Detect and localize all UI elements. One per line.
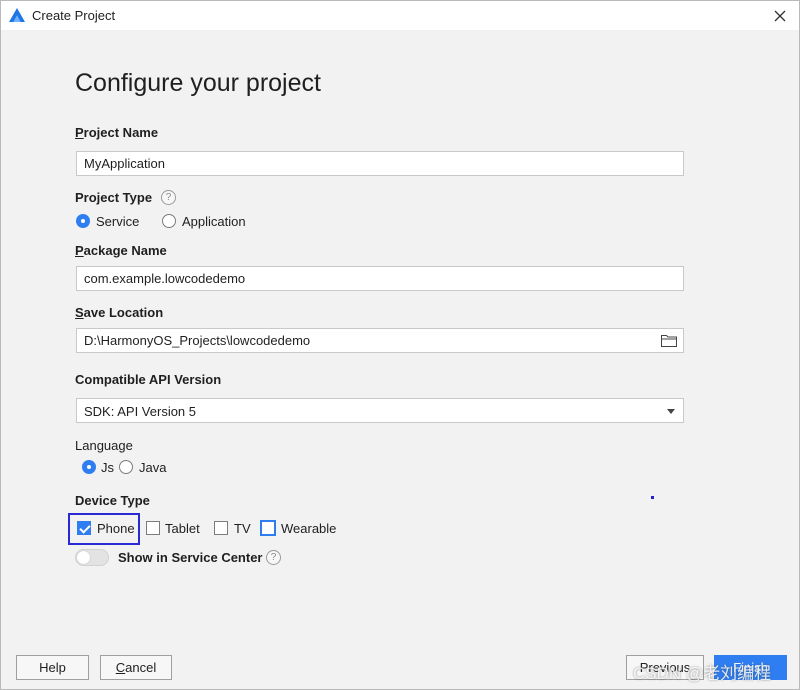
- package-name-label: Package Name: [75, 243, 167, 258]
- page-title: Configure your project: [75, 69, 321, 97]
- project-name-input[interactable]: [76, 151, 684, 176]
- api-version-label: Compatible API Version: [75, 372, 222, 387]
- project-name-label: Project Name: [75, 125, 159, 140]
- service-center-label: Show in Service Center: [118, 550, 263, 565]
- radio-js-label: Js: [101, 460, 114, 475]
- project-type-label: Project Type: [75, 190, 153, 205]
- project-type-help-icon[interactable]: ?: [161, 190, 176, 205]
- radio-js[interactable]: [82, 460, 96, 474]
- radio-java-label: Java: [139, 460, 167, 475]
- help-button[interactable]: Help: [16, 655, 89, 680]
- checkbox-wearable[interactable]: [260, 520, 276, 536]
- radio-service[interactable]: [76, 214, 90, 228]
- radio-application-label: Application: [182, 214, 246, 229]
- language-label: Language: [75, 438, 133, 453]
- focus-dot: [651, 496, 654, 499]
- toggle-knob: [77, 551, 90, 564]
- save-location-label: Save Location: [75, 305, 164, 320]
- package-name-input[interactable]: [76, 266, 684, 291]
- service-center-help-icon[interactable]: ?: [266, 550, 281, 565]
- checkbox-tablet[interactable]: [146, 521, 160, 535]
- radio-application[interactable]: [162, 214, 176, 228]
- checkbox-phone[interactable]: [77, 521, 91, 535]
- close-icon[interactable]: [771, 7, 789, 25]
- folder-icon[interactable]: [661, 334, 677, 347]
- checkbox-tv[interactable]: [214, 521, 228, 535]
- save-location-value: D:\HarmonyOS_Projects\lowcodedemo: [84, 333, 311, 348]
- csdn-watermark: CSDN @老刘编程: [633, 664, 772, 683]
- harmonyos-logo-icon: [9, 8, 25, 22]
- checkbox-phone-label: Phone: [97, 521, 135, 536]
- checkbox-tv-label: TV: [234, 521, 251, 536]
- cancel-button[interactable]: Cancel: [100, 655, 172, 680]
- service-center-toggle[interactable]: [75, 549, 109, 566]
- api-version-select[interactable]: SDK: API Version 5: [76, 398, 684, 423]
- radio-java[interactable]: [119, 460, 133, 474]
- checkbox-wearable-label: Wearable: [281, 521, 337, 536]
- window-title: Create Project: [32, 8, 116, 23]
- create-project-dialog: Create Project Configure your project Pr…: [0, 0, 800, 690]
- checkbox-tablet-label: Tablet: [165, 521, 200, 536]
- api-version-value: SDK: API Version 5: [84, 404, 197, 419]
- chevron-down-icon: [667, 409, 675, 414]
- title-bar: Create Project: [1, 1, 799, 30]
- radio-service-label: Service: [96, 214, 140, 229]
- device-type-label: Device Type: [75, 493, 150, 508]
- save-location-field[interactable]: D:\HarmonyOS_Projects\lowcodedemo: [76, 328, 684, 353]
